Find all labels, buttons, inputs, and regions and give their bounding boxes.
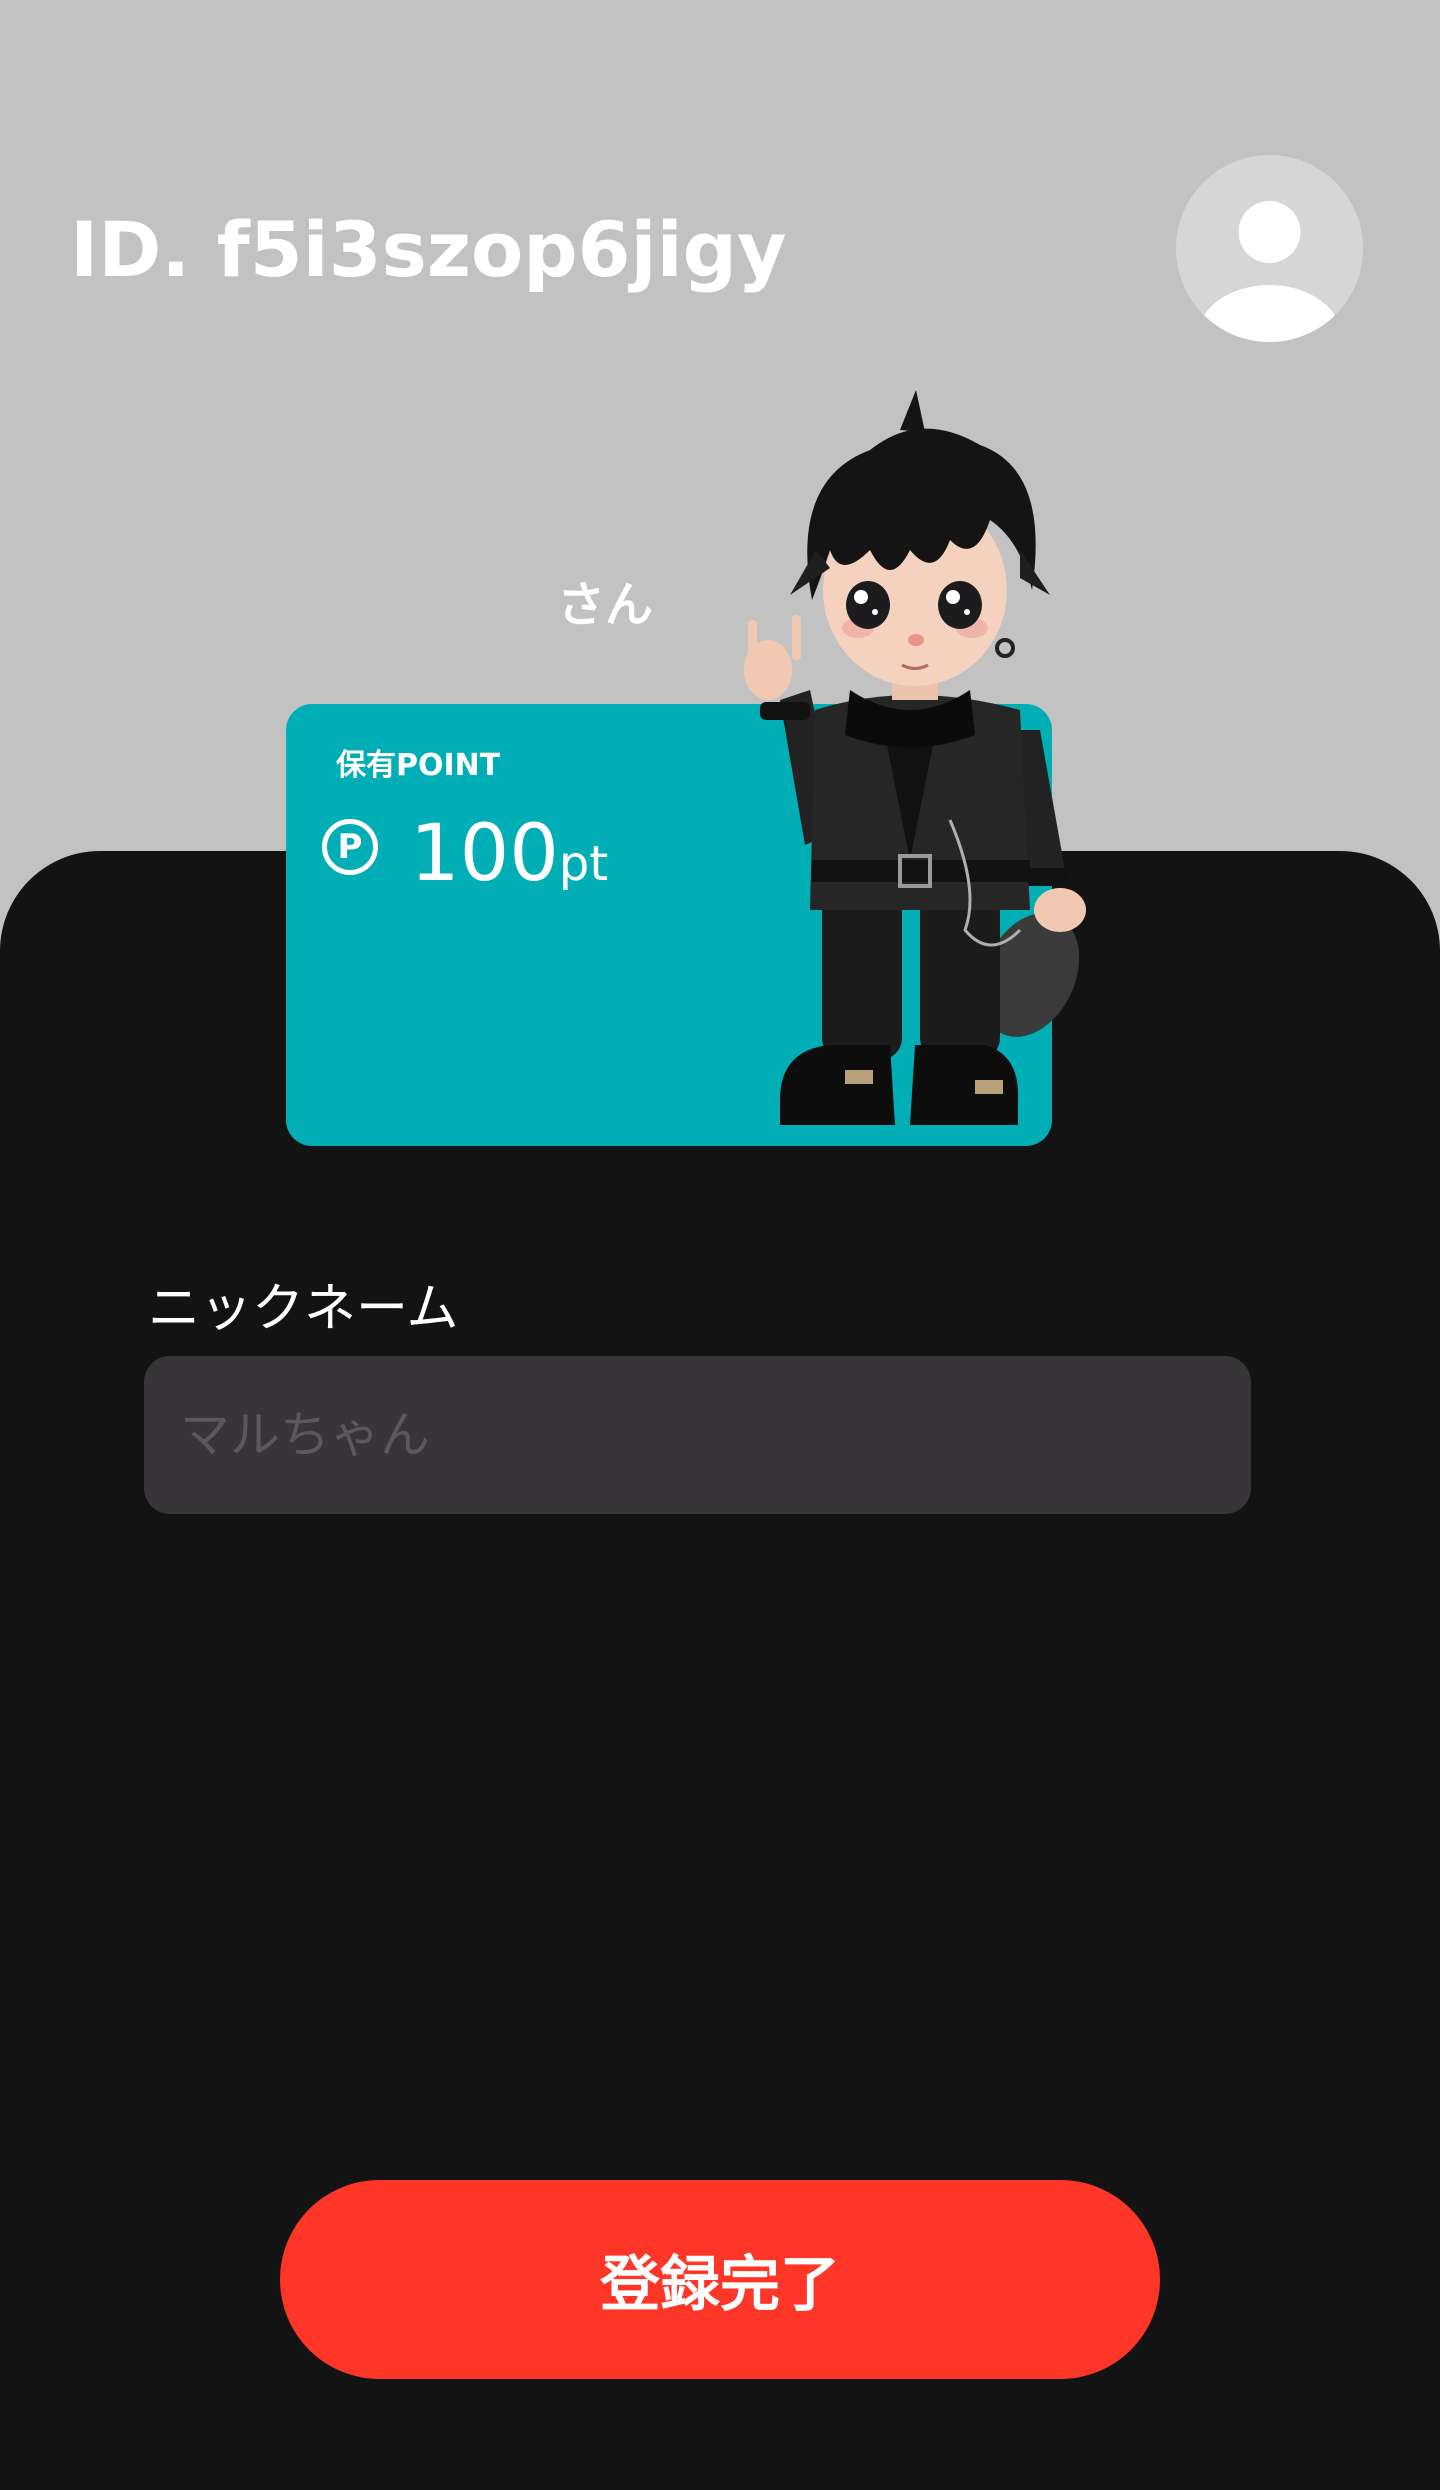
points-unit: pt: [558, 836, 609, 892]
point-coin-icon: P: [322, 819, 378, 875]
mascot-character-image: [744, 390, 1086, 1125]
nickname-input[interactable]: [144, 1356, 1251, 1514]
points-amount: 100pt: [410, 804, 608, 925]
points-number: 100: [410, 809, 559, 899]
register-complete-button[interactable]: 登録完了: [280, 2180, 1160, 2379]
user-avatar-icon[interactable]: [1176, 155, 1363, 342]
avatar-silhouette: [1197, 201, 1342, 342]
nickname-label: ニックネーム: [148, 1279, 459, 1339]
user-id-label: ID. f5i3szop6jigy: [70, 205, 787, 294]
honorific-label: さん: [556, 577, 653, 633]
points-label: 保有POINT: [336, 748, 501, 783]
